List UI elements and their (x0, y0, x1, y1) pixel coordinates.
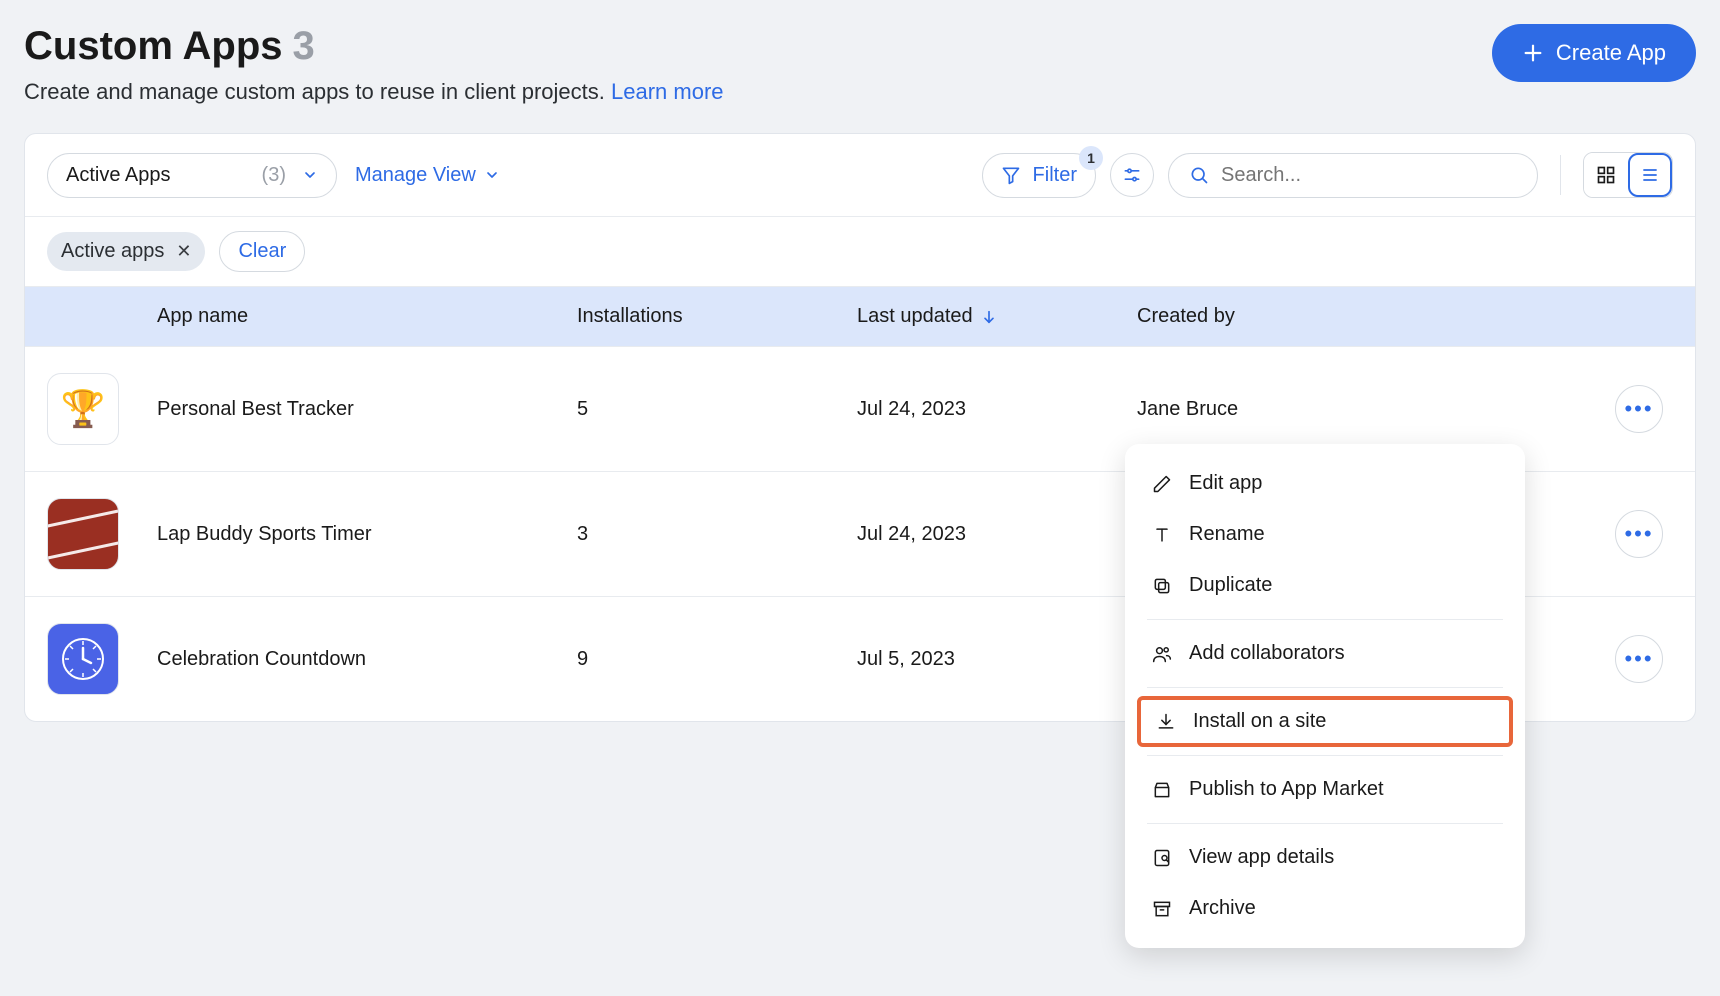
sort-down-icon (981, 309, 997, 325)
menu-divider (1147, 755, 1503, 756)
app-icon-clock (47, 623, 119, 695)
cell-last-updated: Jul 5, 2023 (857, 648, 1137, 671)
menu-archive[interactable]: Archive (1125, 883, 1525, 934)
clear-filters-button[interactable]: Clear (219, 231, 305, 272)
menu-label: Add collaborators (1189, 642, 1345, 665)
page-count: 3 (293, 24, 315, 69)
grid-icon (1596, 165, 1616, 185)
toolbar-divider (1560, 155, 1561, 195)
cell-app-name: Celebration Countdown (157, 648, 577, 671)
toolbar: Active Apps (3) Manage View Filter 1 (25, 134, 1695, 217)
filter-chip-active[interactable]: Active apps ✕ (47, 232, 205, 271)
col-last-updated-label: Last updated (857, 305, 973, 328)
list-icon (1640, 165, 1660, 185)
menu-divider (1147, 687, 1503, 688)
menu-divider (1147, 619, 1503, 620)
page-header: Custom Apps 3 Create and manage custom a… (24, 24, 1696, 105)
col-last-updated[interactable]: Last updated (857, 305, 1137, 328)
download-icon (1155, 711, 1177, 733)
menu-label: View app details (1189, 846, 1334, 869)
menu-label: Edit app (1189, 472, 1262, 495)
manage-view-label: Manage View (355, 164, 476, 187)
view-select-label: Active Apps (66, 164, 171, 187)
cell-installations: 9 (577, 648, 857, 671)
close-icon[interactable]: ✕ (176, 241, 191, 262)
cell-created-by: Jane Bruce (1137, 398, 1553, 421)
col-app-name[interactable]: App name (157, 305, 577, 328)
page-title: Custom Apps (24, 24, 283, 69)
chevron-down-icon (484, 167, 500, 183)
plus-icon (1522, 42, 1544, 64)
search-input[interactable] (1221, 164, 1517, 187)
table-header: App name Installations Last updated Crea… (25, 287, 1695, 346)
cell-installations: 3 (577, 523, 857, 546)
app-icon-trophy: 🏆 (47, 373, 119, 445)
col-installations[interactable]: Installations (577, 305, 857, 328)
details-icon (1151, 847, 1173, 869)
more-icon: ••• (1624, 646, 1653, 672)
row-more-button[interactable]: ••• (1615, 635, 1663, 683)
row-context-menu: Edit app Rename Duplicate Add collaborat… (1125, 444, 1525, 948)
filter-icon (1001, 165, 1021, 185)
more-icon: ••• (1624, 396, 1653, 422)
sliders-icon (1122, 165, 1142, 185)
menu-label: Publish to App Market (1189, 778, 1384, 801)
menu-label: Install on a site (1193, 710, 1326, 733)
menu-install-on-site[interactable]: Install on a site (1137, 696, 1513, 747)
menu-publish[interactable]: Publish to App Market (1125, 764, 1525, 815)
cell-app-name: Lap Buddy Sports Timer (157, 523, 577, 546)
learn-more-link[interactable]: Learn more (611, 79, 724, 104)
filter-badge: 1 (1079, 146, 1103, 170)
subtitle-text: Create and manage custom apps to reuse i… (24, 79, 605, 104)
menu-rename[interactable]: Rename (1125, 509, 1525, 560)
filter-chips-row: Active apps ✕ Clear (25, 217, 1695, 287)
view-select-dropdown[interactable]: Active Apps (3) (47, 153, 337, 198)
cell-last-updated: Jul 24, 2023 (857, 398, 1137, 421)
create-app-button[interactable]: Create App (1492, 24, 1696, 82)
menu-label: Archive (1189, 897, 1256, 920)
search-icon (1189, 165, 1209, 185)
settings-button[interactable] (1110, 153, 1154, 197)
menu-label: Duplicate (1189, 574, 1272, 597)
create-app-label: Create App (1556, 40, 1666, 66)
chevron-down-icon (302, 167, 318, 183)
chip-label: Active apps (61, 240, 164, 263)
menu-edit-app[interactable]: Edit app (1125, 458, 1525, 509)
store-icon (1151, 779, 1173, 801)
row-more-button[interactable]: ••• (1615, 510, 1663, 558)
manage-view-link[interactable]: Manage View (351, 158, 504, 193)
page-subtitle: Create and manage custom apps to reuse i… (24, 79, 724, 105)
menu-label: Rename (1189, 523, 1265, 546)
menu-divider (1147, 823, 1503, 824)
menu-add-collaborators[interactable]: Add collaborators (1125, 628, 1525, 679)
cell-app-name: Personal Best Tracker (157, 398, 577, 421)
grid-view-button[interactable] (1584, 153, 1628, 197)
filter-button[interactable]: Filter 1 (982, 153, 1096, 198)
filter-label: Filter (1033, 164, 1077, 187)
app-icon-track (47, 498, 119, 570)
row-more-button[interactable]: ••• (1615, 385, 1663, 433)
cell-last-updated: Jul 24, 2023 (857, 523, 1137, 546)
pencil-icon (1151, 473, 1173, 495)
menu-duplicate[interactable]: Duplicate (1125, 560, 1525, 611)
duplicate-icon (1151, 575, 1173, 597)
col-created-by[interactable]: Created by (1137, 305, 1553, 328)
archive-icon (1151, 898, 1173, 920)
view-toggle (1583, 152, 1673, 198)
apps-panel: Active Apps (3) Manage View Filter 1 (24, 133, 1696, 722)
cell-installations: 5 (577, 398, 857, 421)
more-icon: ••• (1624, 521, 1653, 547)
text-icon (1151, 524, 1173, 546)
people-icon (1151, 643, 1173, 665)
search-field[interactable] (1168, 153, 1538, 198)
view-select-count: (3) (262, 164, 286, 187)
menu-view-details[interactable]: View app details (1125, 832, 1525, 883)
list-view-button[interactable] (1628, 153, 1672, 197)
